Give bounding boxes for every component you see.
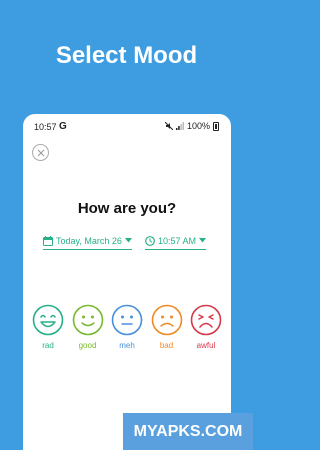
promo-headline: Select Mood: [55, 42, 198, 69]
battery-icon: [213, 121, 219, 131]
mood-label-meh: meh: [119, 341, 135, 350]
close-button[interactable]: [32, 144, 49, 161]
status-time: 10:57: [34, 122, 57, 132]
status-indicators: 100%: [164, 121, 219, 131]
battery-percent: 100%: [186, 121, 210, 131]
google-icon: G: [59, 121, 67, 132]
mood-label-awful: awful: [196, 341, 216, 350]
time-picker[interactable]: 10:57 AM: [145, 234, 207, 250]
bad-face-icon: [151, 304, 182, 336]
awful-face-icon: [190, 304, 222, 336]
clock-icon: [145, 235, 155, 246]
mood-option-awful[interactable]: awful: [188, 304, 224, 350]
good-face-icon: [72, 304, 103, 336]
mood-option-bad[interactable]: bad: [149, 304, 185, 350]
phone-screen: 10:57 G 100% How are you? Today, March 2…: [23, 114, 231, 450]
watermark: MYAPKS.COM: [123, 413, 253, 450]
rad-face-icon: [32, 304, 64, 336]
chevron-down-icon: [199, 238, 207, 243]
time-picker-label: 10:57 AM: [158, 235, 197, 246]
mood-option-rad[interactable]: rad: [30, 304, 66, 350]
mood-option-meh[interactable]: meh: [109, 304, 145, 350]
mood-question: How are you?: [77, 200, 177, 217]
meh-face-icon: [111, 304, 143, 336]
mood-label-good: good: [78, 341, 97, 350]
signal-icon: [175, 122, 184, 130]
chevron-down-icon: [124, 238, 132, 243]
mood-selector: rad good meh bad awful: [30, 304, 224, 350]
date-time-pickers: Today, March 26 10:57 AM: [23, 234, 231, 250]
close-icon: [37, 149, 44, 156]
date-picker-label: Today, March 26: [56, 235, 122, 246]
mood-label-rad: rad: [42, 341, 54, 350]
date-picker[interactable]: Today, March 26: [43, 234, 132, 250]
calendar-icon: [43, 235, 53, 246]
mood-label-bad: bad: [159, 341, 174, 350]
mute-icon: [164, 122, 173, 130]
status-bar: 10:57 G 100%: [23, 114, 231, 138]
mood-option-good[interactable]: good: [70, 304, 106, 350]
